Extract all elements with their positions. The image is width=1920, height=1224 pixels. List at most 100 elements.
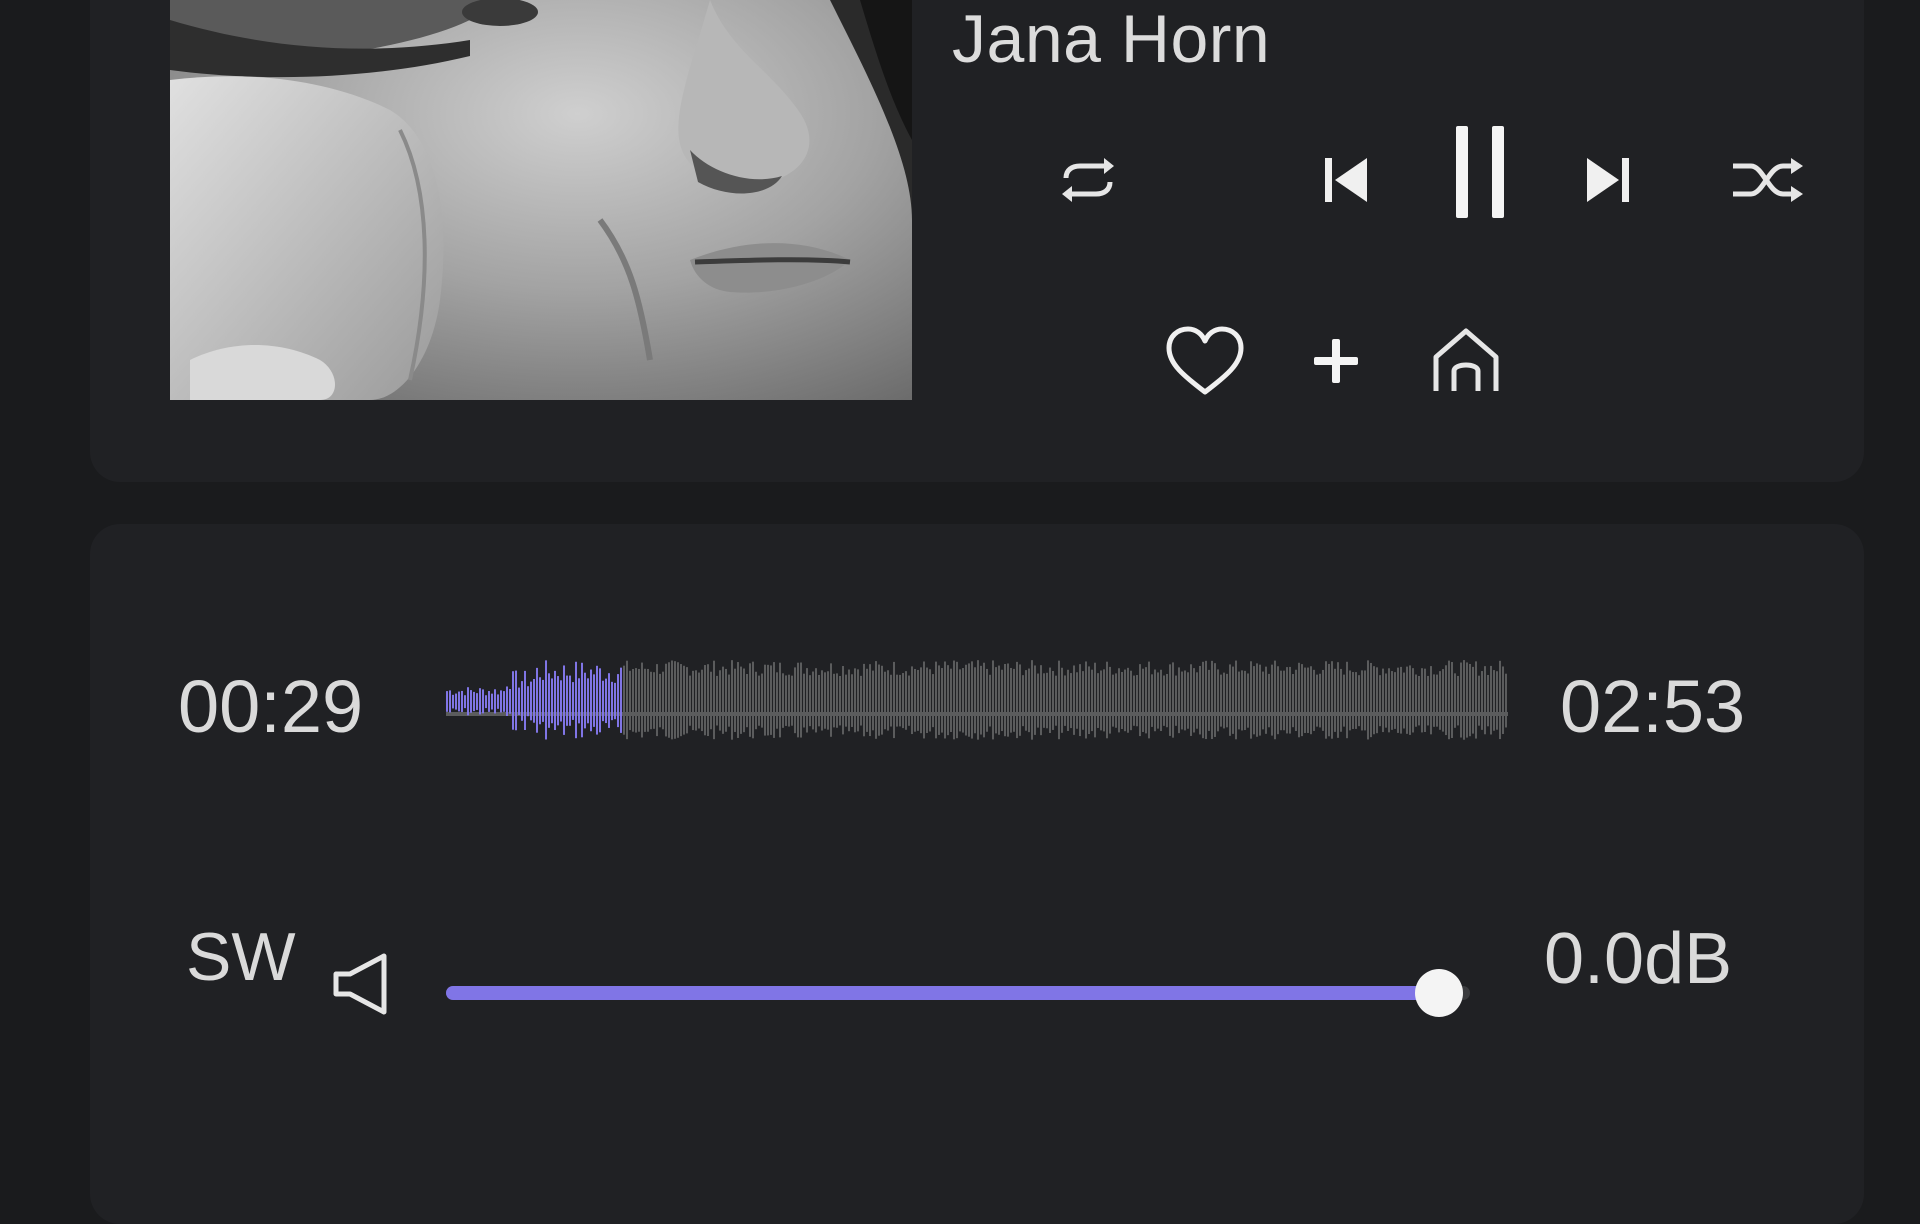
pause-button[interactable] xyxy=(1440,120,1520,224)
waveform-bar xyxy=(1382,668,1384,733)
waveform-bar xyxy=(1196,672,1198,729)
waveform-bar xyxy=(452,694,454,709)
waveform-bar xyxy=(1400,666,1402,734)
waveform-bar xyxy=(1019,664,1021,736)
waveform-bar xyxy=(812,671,814,730)
waveform-bar xyxy=(788,674,790,727)
repeat-button[interactable] xyxy=(1048,140,1128,220)
waveform-bar xyxy=(1181,671,1183,730)
waveform-bar xyxy=(902,673,904,729)
waveform-bar xyxy=(845,674,847,727)
waveform-bar xyxy=(959,669,961,732)
waveform-bar xyxy=(578,678,580,724)
waveform-bar xyxy=(1313,669,1315,731)
waveform-bar xyxy=(923,661,925,739)
waveform-bar xyxy=(1139,664,1141,737)
waveform-bar xyxy=(992,660,994,740)
waveform-bar xyxy=(1253,666,1255,735)
waveform-bar xyxy=(533,678,535,723)
waveform-bar xyxy=(554,670,556,731)
waveform-bar xyxy=(1430,666,1432,735)
waveform-bar xyxy=(497,694,499,709)
waveform-bar xyxy=(674,661,676,739)
waveform-bar xyxy=(1454,673,1456,728)
waveform-bar xyxy=(1271,664,1273,736)
favorite-button[interactable] xyxy=(1160,320,1250,402)
waveform-bar xyxy=(935,661,937,739)
waveform-bar xyxy=(1235,660,1237,740)
waveform-bar xyxy=(1223,672,1225,729)
waveform-bar xyxy=(668,662,670,738)
waveform-bar xyxy=(1061,667,1063,733)
waveform-bar xyxy=(707,664,709,737)
waveform-bar xyxy=(1187,672,1189,729)
now-playing-card: Jana Horn xyxy=(90,0,1864,482)
waveform-bar xyxy=(827,671,829,730)
waveform-bar xyxy=(599,668,601,733)
previous-button[interactable] xyxy=(1310,140,1382,220)
waveform-bar xyxy=(1487,674,1489,727)
waveform-bar xyxy=(1106,661,1108,739)
waveform-bar xyxy=(737,662,739,738)
shuffle-button[interactable] xyxy=(1724,140,1812,220)
waveform-bar xyxy=(974,667,976,734)
skip-next-icon xyxy=(1587,158,1629,202)
waveform-bar xyxy=(1052,670,1054,730)
waveform-bar xyxy=(1103,669,1105,732)
waveform-bar xyxy=(1163,675,1165,726)
plus-icon xyxy=(1314,339,1358,383)
waveform-bar xyxy=(1025,670,1027,731)
volume-track[interactable] xyxy=(446,986,1470,1000)
waveform-bar xyxy=(932,674,934,728)
pause-icon xyxy=(1456,126,1504,218)
volume-thumb[interactable] xyxy=(1415,969,1464,1017)
waveform-bar xyxy=(908,675,910,726)
waveform-bar xyxy=(1169,664,1171,736)
mute-button[interactable] xyxy=(332,952,392,1021)
waveform-seek-bar[interactable] xyxy=(446,632,1516,772)
speaker-icon xyxy=(333,953,387,1015)
waveform-bar xyxy=(557,676,559,726)
waveform-bar xyxy=(1001,669,1003,732)
waveform-bar xyxy=(767,664,769,736)
waveform-bar xyxy=(740,666,742,734)
home-icon xyxy=(1433,328,1499,391)
waveform-bar xyxy=(1157,672,1159,729)
waveform-bar xyxy=(1340,668,1342,732)
repeat-icon xyxy=(1062,158,1114,202)
waveform-bar xyxy=(1445,665,1447,736)
waveform-bar xyxy=(653,672,655,729)
waveform-bar xyxy=(590,669,592,732)
waveform-bar xyxy=(920,667,922,734)
waveform-bar xyxy=(1115,673,1117,728)
waveform-bar xyxy=(1178,667,1180,734)
waveform-bar xyxy=(1034,665,1036,735)
volume-readout: 0.0dB xyxy=(1544,919,1733,999)
waveform-bar xyxy=(1040,665,1042,736)
add-button[interactable] xyxy=(1306,326,1366,396)
waveform-bar xyxy=(1295,669,1297,732)
waveform-bar xyxy=(1373,666,1375,735)
volume-slider[interactable] xyxy=(446,964,1476,1024)
waveform-bar xyxy=(1427,675,1429,726)
next-button[interactable] xyxy=(1572,140,1644,220)
waveform-bar xyxy=(1379,675,1381,727)
waveform-bar xyxy=(632,668,634,732)
artist-name: Jana Horn xyxy=(952,1,1271,77)
waveform-bar xyxy=(1109,666,1111,734)
waveform-bar xyxy=(1406,666,1408,734)
home-button[interactable] xyxy=(1426,320,1506,400)
waveform-bar xyxy=(758,675,760,726)
waveform-bar xyxy=(545,660,547,740)
waveform-bar xyxy=(1376,667,1378,734)
waveform-bar xyxy=(842,666,844,735)
waveform-bar xyxy=(1364,670,1366,731)
waveform-bar xyxy=(953,660,955,740)
waveform-bar xyxy=(1250,661,1252,739)
waveform-bar xyxy=(593,674,595,727)
waveform-bar xyxy=(446,691,448,712)
waveform-bar xyxy=(1265,666,1267,734)
waveform-bar xyxy=(473,691,475,712)
waveform-bar xyxy=(1091,669,1093,732)
waveform-bar xyxy=(1190,664,1192,736)
